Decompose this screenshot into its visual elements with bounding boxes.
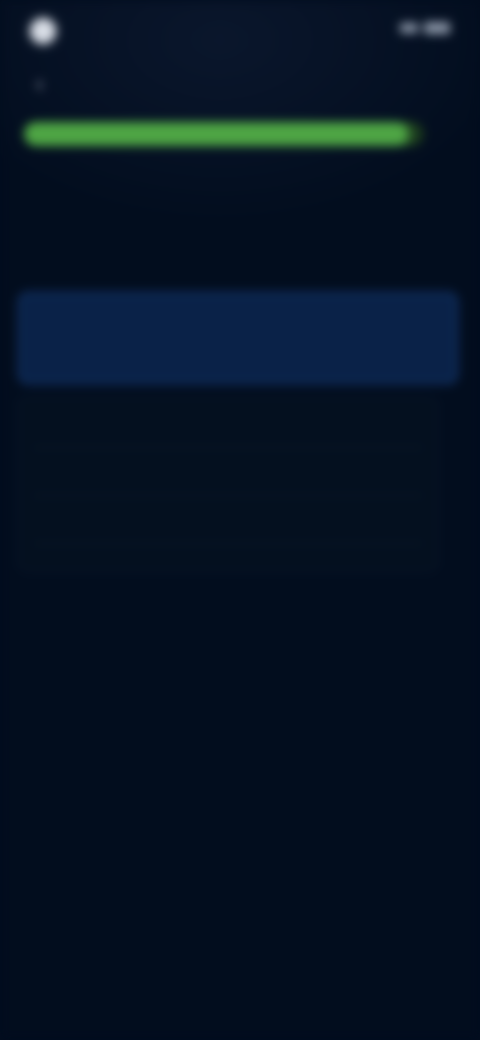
answer-option-selected[interactable] (18, 292, 458, 384)
chevron-left-icon[interactable]: ‹ (36, 72, 56, 96)
battery-icon (424, 22, 450, 34)
progress-fill (24, 122, 408, 146)
answer-option[interactable] (33, 411, 423, 448)
status-indicators (394, 22, 450, 34)
answer-options-list (18, 396, 438, 572)
app-logo-icon (30, 18, 56, 44)
top-bar (0, 0, 480, 64)
app-header (30, 18, 64, 44)
answer-option[interactable] (33, 507, 423, 544)
quiz-screen: ‹ (0, 0, 480, 1040)
quiz-progress-bar (24, 122, 424, 146)
signal-icon (400, 23, 418, 33)
answer-option[interactable] (33, 459, 423, 496)
